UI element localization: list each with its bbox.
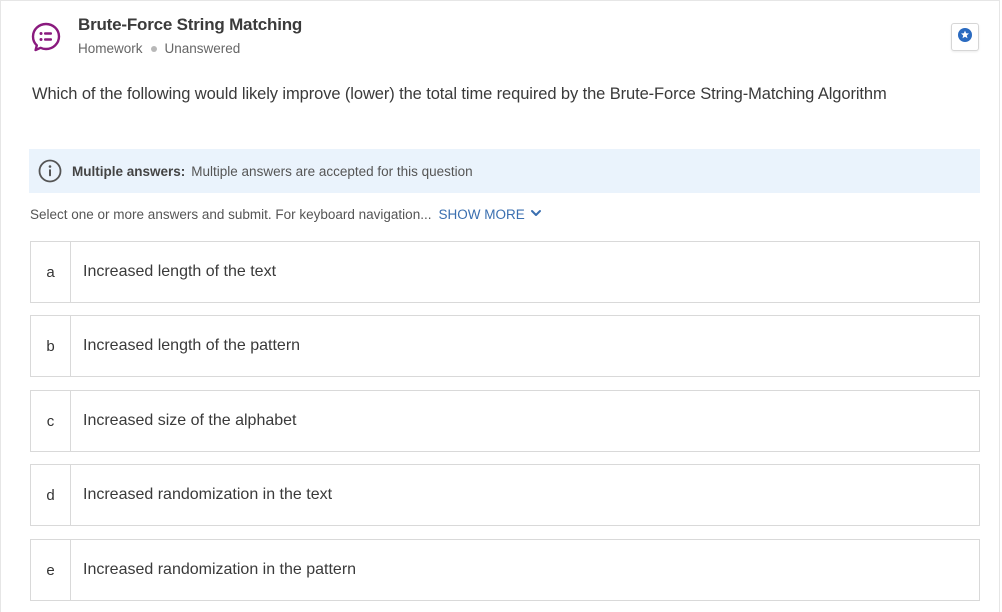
discussion-question-icon xyxy=(30,21,62,53)
option-text: Increased length of the pattern xyxy=(83,337,301,354)
info-label: Multiple answers: xyxy=(72,163,186,179)
option-letter: c xyxy=(31,391,71,451)
status-text: Unanswered xyxy=(164,41,241,56)
question-text: Which of the following would likely impr… xyxy=(32,85,887,103)
answer-option-c[interactable]: c Increased size of the alphabet xyxy=(30,390,980,452)
instructions: Select one or more answers and submit. F… xyxy=(30,207,542,222)
option-text: Increased size of the alphabet xyxy=(83,412,297,429)
answer-option-b[interactable]: b Increased length of the pattern xyxy=(30,315,980,377)
chevron-down-icon xyxy=(525,207,542,222)
favorite-button[interactable] xyxy=(951,23,979,51)
option-letter: a xyxy=(31,242,71,302)
instructions-text: Select one or more answers and submit. F… xyxy=(30,207,432,222)
show-more-label: SHOW MORE xyxy=(438,207,525,222)
page-title: Brute-Force String Matching xyxy=(78,15,303,34)
option-letter: d xyxy=(31,465,71,525)
option-text: Increased randomization in the pattern xyxy=(83,561,357,578)
option-letter: e xyxy=(31,540,71,600)
separator-dot xyxy=(150,45,157,52)
option-text: Increased randomization in the text xyxy=(83,486,333,503)
info-icon xyxy=(38,159,62,183)
question-meta: Homework Unanswered xyxy=(78,41,240,56)
answer-option-d[interactable]: d Increased randomization in the text xyxy=(30,464,980,526)
info-text: Multiple answers are accepted for this q… xyxy=(191,163,473,179)
option-letter: b xyxy=(31,316,71,376)
option-text: Increased length of the text xyxy=(83,263,277,280)
question-card: Brute-Force String Matching Homework Una… xyxy=(0,0,1000,612)
star-icon xyxy=(957,27,973,48)
answer-option-e[interactable]: e Increased randomization in the pattern xyxy=(30,539,980,601)
info-banner: Multiple answers: Multiple answers are a… xyxy=(29,149,980,193)
question-type: Homework xyxy=(78,41,143,56)
answer-option-a[interactable]: a Increased length of the text xyxy=(30,241,980,303)
show-more-button[interactable]: SHOW MORE xyxy=(438,207,541,222)
